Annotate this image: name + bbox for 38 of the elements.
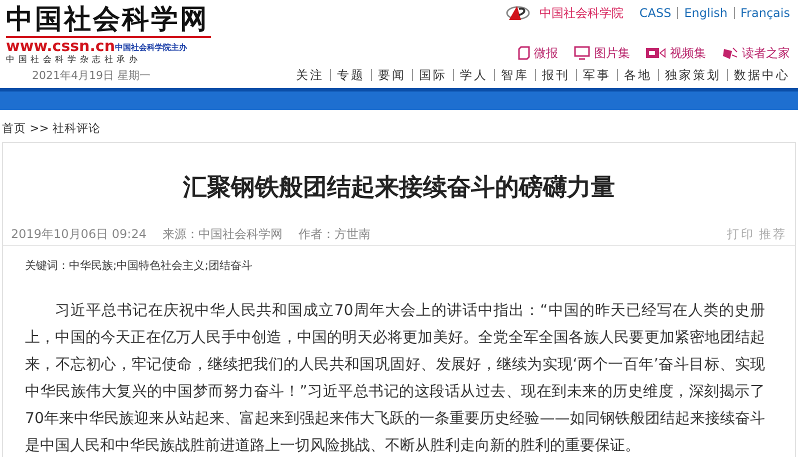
article-paragraph: 习近平总书记在庆祝中华人民共和国成立70周年大会上的讲话中指出：“中国的昨天已经写在人类的史册上，中国的今天正在亿万人民手中创造，中国的明天必将更加美好。全党全军全国各族人民要更加紧密地团结起来，不忘初心，牢记使命，继续把我们的人民共和国巩固好、发展好，继续为实现‘两个一百年’奋斗目标、实现中华民族伟大复兴的中国梦而努力奋斗！”习近平总书记的这段话从过去、现在到未来的历史维度，深刻揭示了70年来中华民族迎来从站起来、富起来到强起来伟大飞跃的一条重要历史经验——如同钢铁般团结起来接续奋斗是中国人民和中华民族战胜前进道路上一切风险挑战、不断从胜利走向新的胜利的重要保证。 (25, 300, 765, 456)
keywords-label: 关键词： (25, 259, 69, 272)
author-text: 作者：方世南 (298, 226, 370, 243)
phone-icon (518, 46, 530, 60)
language-link[interactable]: English (684, 4, 728, 22)
nav-link[interactable]: 数据中心 (734, 66, 790, 84)
breadcrumb-link[interactable]: 社科评论 (52, 121, 101, 135)
media-link[interactable]: 微报 (534, 44, 558, 62)
site-url: www.cssn.cn (6, 38, 116, 54)
nav-link[interactable]: 军事 (583, 66, 611, 84)
monitor-icon (574, 46, 590, 60)
nav-link[interactable]: 智库 (501, 66, 529, 84)
breadcrumb-link[interactable]: 首页 (2, 121, 26, 135)
date-text: 2021年4月19日 星期一 (32, 68, 152, 84)
nav-link[interactable]: 各地 (624, 66, 652, 84)
keywords-text: 中华民族;中国特色社会主义;团结奋斗 (69, 259, 252, 272)
publish-date: 2019年10月06日 09:24 (11, 226, 146, 243)
source-text: 来源：中国社会科学网 (162, 226, 282, 243)
nav-link[interactable]: 报刊 (542, 66, 570, 84)
media-link[interactable]: 图片集 (594, 44, 630, 62)
site-logo[interactable]: 中国社会科学网 (6, 4, 211, 38)
language-link[interactable]: Français (740, 4, 790, 22)
nav-link[interactable]: 独家策划 (665, 66, 721, 84)
academy-link[interactable]: 中国社会科学院 (539, 4, 624, 22)
sponsor-text: 中国社会科学院主办 (115, 42, 188, 54)
publisher-text: 中国社会科学杂志社承办 (6, 54, 142, 66)
media-link[interactable]: 视频集 (670, 44, 706, 62)
media-link[interactable]: 读者之家 (742, 44, 790, 62)
breadcrumb-separator: >> (30, 121, 49, 135)
article-title: 汇聚钢铁般团结起来接续奋斗的磅礴力量 (182, 173, 616, 202)
nav-link[interactable]: 关注 (296, 66, 324, 84)
language-link[interactable]: CASS (639, 4, 672, 22)
nav-link[interactable]: 国际 (419, 66, 447, 84)
nav-link[interactable]: 要闻 (378, 66, 406, 84)
video-camera-icon (646, 47, 666, 59)
logo-icon (505, 4, 532, 22)
nav-link[interactable]: 专题 (337, 66, 365, 84)
nav-link[interactable]: 学人 (460, 66, 488, 84)
